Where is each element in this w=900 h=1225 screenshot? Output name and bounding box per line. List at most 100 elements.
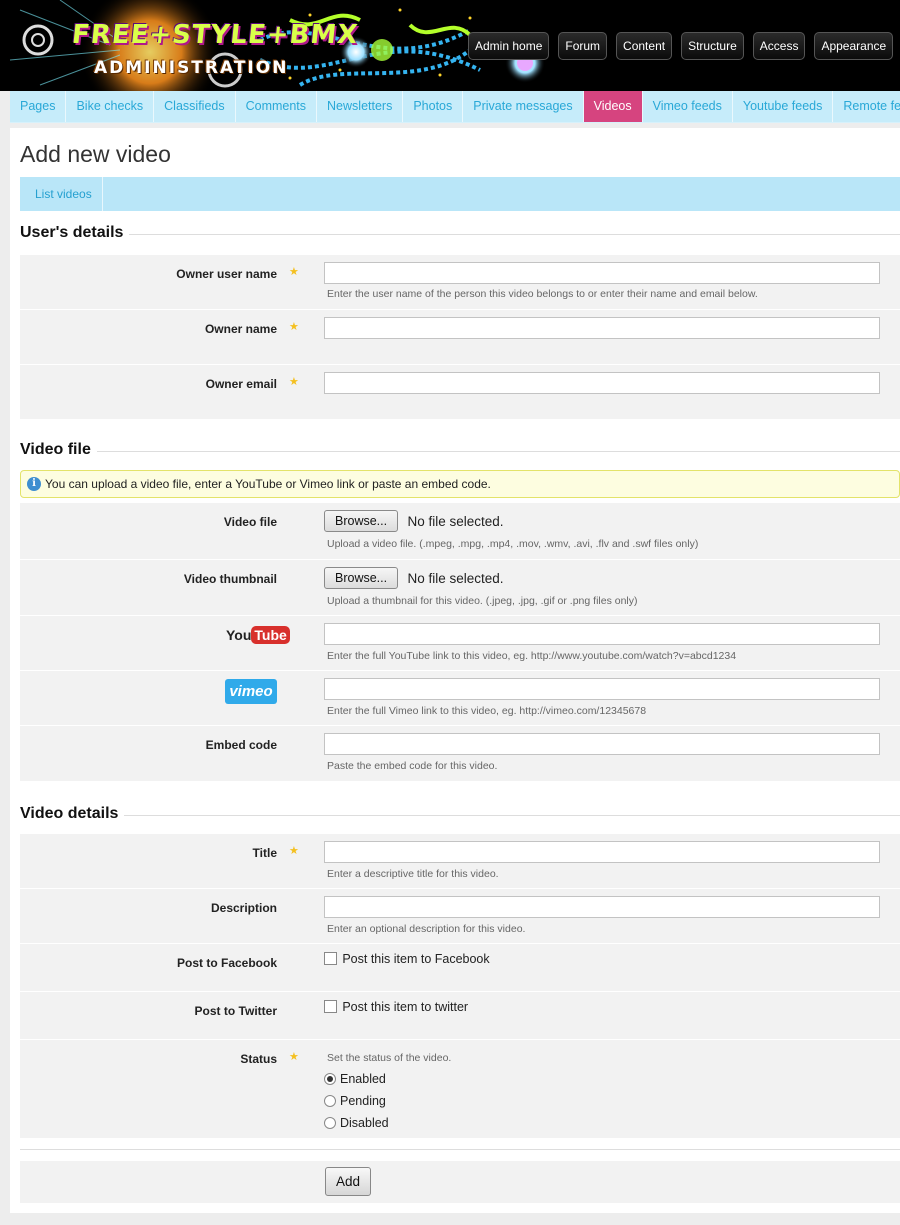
tab-list-videos[interactable]: List videos: [20, 177, 103, 211]
owner-user-name-label: Owner user name: [176, 267, 277, 281]
owner-email-label: Owner email: [205, 377, 277, 391]
embed-code-label: Embed code: [205, 738, 277, 752]
users-details-rows: Owner user name ★ Enter the user name of…: [20, 255, 900, 420]
form-row-owner-name: Owner name ★: [20, 310, 900, 365]
topnav-structure[interactable]: Structure: [681, 32, 744, 60]
video-file-rows: Video file Browse... No file selected. U…: [20, 503, 900, 782]
form-row-title: Title ★ Enter a descriptive title for th…: [20, 834, 900, 889]
subnav-vimeo-feeds[interactable]: Vimeo feeds: [643, 91, 733, 122]
form-row-twitter: Post to Twitter Post this item to twitte…: [20, 992, 900, 1040]
section-heading: Video file: [20, 441, 97, 458]
video-details-rows: Title ★ Enter a descriptive title for th…: [20, 834, 900, 1139]
radio-enabled[interactable]: [324, 1073, 336, 1085]
subnav-classifieds[interactable]: Classifieds: [154, 91, 236, 122]
vimeo-logo-icon: vimeo: [225, 679, 277, 704]
form-row-description: Description Enter an optional descriptio…: [20, 889, 900, 944]
facebook-label: Post to Facebook: [176, 956, 277, 970]
owner-email-input[interactable]: [324, 372, 880, 394]
twitter-checkbox[interactable]: [324, 1000, 337, 1014]
subnav-newsletters[interactable]: Newsletters: [317, 91, 404, 122]
info-icon: i: [27, 477, 41, 491]
section-divider: [20, 815, 900, 816]
section-video-details: Video details: [20, 805, 900, 823]
owner-user-name-input[interactable]: [324, 262, 880, 284]
info-notice: i You can upload a video file, enter a Y…: [20, 470, 900, 498]
section-divider: [20, 234, 900, 235]
required-star-icon: ★: [289, 321, 299, 333]
add-button[interactable]: Add: [325, 1167, 372, 1196]
page-title: Add new video: [20, 141, 171, 167]
info-notice-text: You can upload a video file, enter a You…: [45, 477, 491, 491]
form-row-embed-code: Embed code Paste the embed code for this…: [20, 726, 900, 782]
form-row-submit: Add: [20, 1161, 900, 1204]
subnav-pages[interactable]: Pages: [10, 91, 67, 122]
content-panel: Add new video List videos User's details…: [10, 128, 900, 1213]
video-file-status: No file selected.: [407, 513, 504, 529]
form-row-video-thumbnail: Video thumbnail Browse... No file select…: [20, 560, 900, 616]
form-row-facebook: Post to Facebook Post this item to Faceb…: [20, 944, 900, 992]
twitter-checkbox-label[interactable]: Post this item to twitter: [342, 1000, 468, 1014]
radio-pending[interactable]: [324, 1095, 336, 1107]
thumbnail-status: No file selected.: [407, 570, 504, 586]
vimeo-link-input[interactable]: [324, 678, 880, 700]
topnav-content[interactable]: Content: [616, 32, 673, 60]
required-star-icon: ★: [289, 376, 299, 388]
facebook-checkbox[interactable]: [324, 952, 337, 966]
thumbnail-browse-button[interactable]: Browse...: [324, 567, 399, 589]
twitter-label: Post to Twitter: [194, 1004, 277, 1018]
subnav-private-messages[interactable]: Private messages: [463, 91, 584, 122]
owner-name-label: Owner name: [204, 322, 277, 336]
status-option-enabled[interactable]: Enabled: [324, 1068, 389, 1090]
subnav-videos[interactable]: Videos: [583, 91, 643, 122]
page-tabs: List videos: [20, 177, 900, 211]
video-file-browse-button[interactable]: Browse...: [324, 510, 399, 532]
required-star-icon: ★: [289, 266, 299, 278]
content-subnav: Pages Bike checks Classifieds Comments N…: [10, 91, 900, 123]
radio-disabled[interactable]: [324, 1117, 336, 1129]
site-logo[interactable]: FREE+STYLE+BMX: [70, 20, 359, 50]
status-option-disabled[interactable]: Disabled: [324, 1112, 389, 1134]
topnav-admin-home[interactable]: Admin home: [468, 32, 550, 60]
form-row-vimeo: vimeo Enter the full Vimeo link to this …: [20, 671, 900, 726]
section-heading: User's details: [20, 224, 130, 241]
owner-user-name-help: Enter the user name of the person this v…: [327, 288, 758, 300]
status-label: Status: [240, 1052, 277, 1066]
video-file-label: Video file: [223, 515, 277, 529]
youtube-logo-icon: You Tube: [226, 626, 290, 644]
youtube-help: Enter the full YouTube link to this vide…: [327, 650, 737, 662]
section-users-details: User's details: [20, 224, 900, 242]
description-input[interactable]: [324, 896, 880, 918]
required-star-icon: ★: [289, 1051, 299, 1063]
form-row-youtube: You Tube Enter the full YouTube link to t…: [20, 616, 900, 671]
subnav-bike-checks[interactable]: Bike checks: [66, 91, 155, 122]
youtube-link-input[interactable]: [324, 623, 880, 645]
subnav-remote-feeds[interactable]: Remote feeds: [833, 91, 900, 122]
owner-name-input[interactable]: [324, 317, 880, 339]
form-row-status: Status ★ Set the status of the video. En…: [20, 1040, 900, 1139]
video-file-help: Upload a video file. (.mpeg, .mpg, .mp4,…: [327, 538, 699, 550]
form-row-owner-user-name: Owner user name ★ Enter the user name of…: [20, 255, 900, 310]
topnav-forum[interactable]: Forum: [558, 32, 608, 60]
facebook-checkbox-label[interactable]: Post this item to Facebook: [342, 952, 489, 966]
subnav-comments[interactable]: Comments: [236, 91, 318, 122]
section-heading: Video details: [20, 805, 125, 822]
form-row-video-file: Video file Browse... No file selected. U…: [20, 503, 900, 560]
topnav-appearance[interactable]: Appearance: [814, 32, 894, 60]
section-video-file: Video file: [20, 441, 900, 459]
description-help: Enter an optional description for this v…: [327, 923, 526, 935]
site-logo-subtitle: ADMINISTRATION: [94, 58, 289, 78]
status-option-pending[interactable]: Pending: [324, 1090, 389, 1112]
title-input[interactable]: [324, 841, 880, 863]
title-label: Title: [252, 846, 277, 860]
form-row-owner-email: Owner email ★: [20, 365, 900, 420]
title-help: Enter a descriptive title for this video…: [327, 868, 499, 880]
thumbnail-help: Upload a thumbnail for this video. (.jpe…: [327, 595, 638, 607]
status-help: Set the status of the video.: [327, 1052, 452, 1064]
description-label: Description: [210, 901, 277, 915]
embed-code-help: Paste the embed code for this video.: [327, 760, 498, 772]
section-divider: [20, 451, 900, 452]
embed-code-input[interactable]: [324, 733, 880, 755]
topnav-access[interactable]: Access: [752, 32, 806, 60]
subnav-youtube-feeds[interactable]: Youtube feeds: [733, 91, 834, 122]
subnav-photos[interactable]: Photos: [403, 91, 464, 122]
